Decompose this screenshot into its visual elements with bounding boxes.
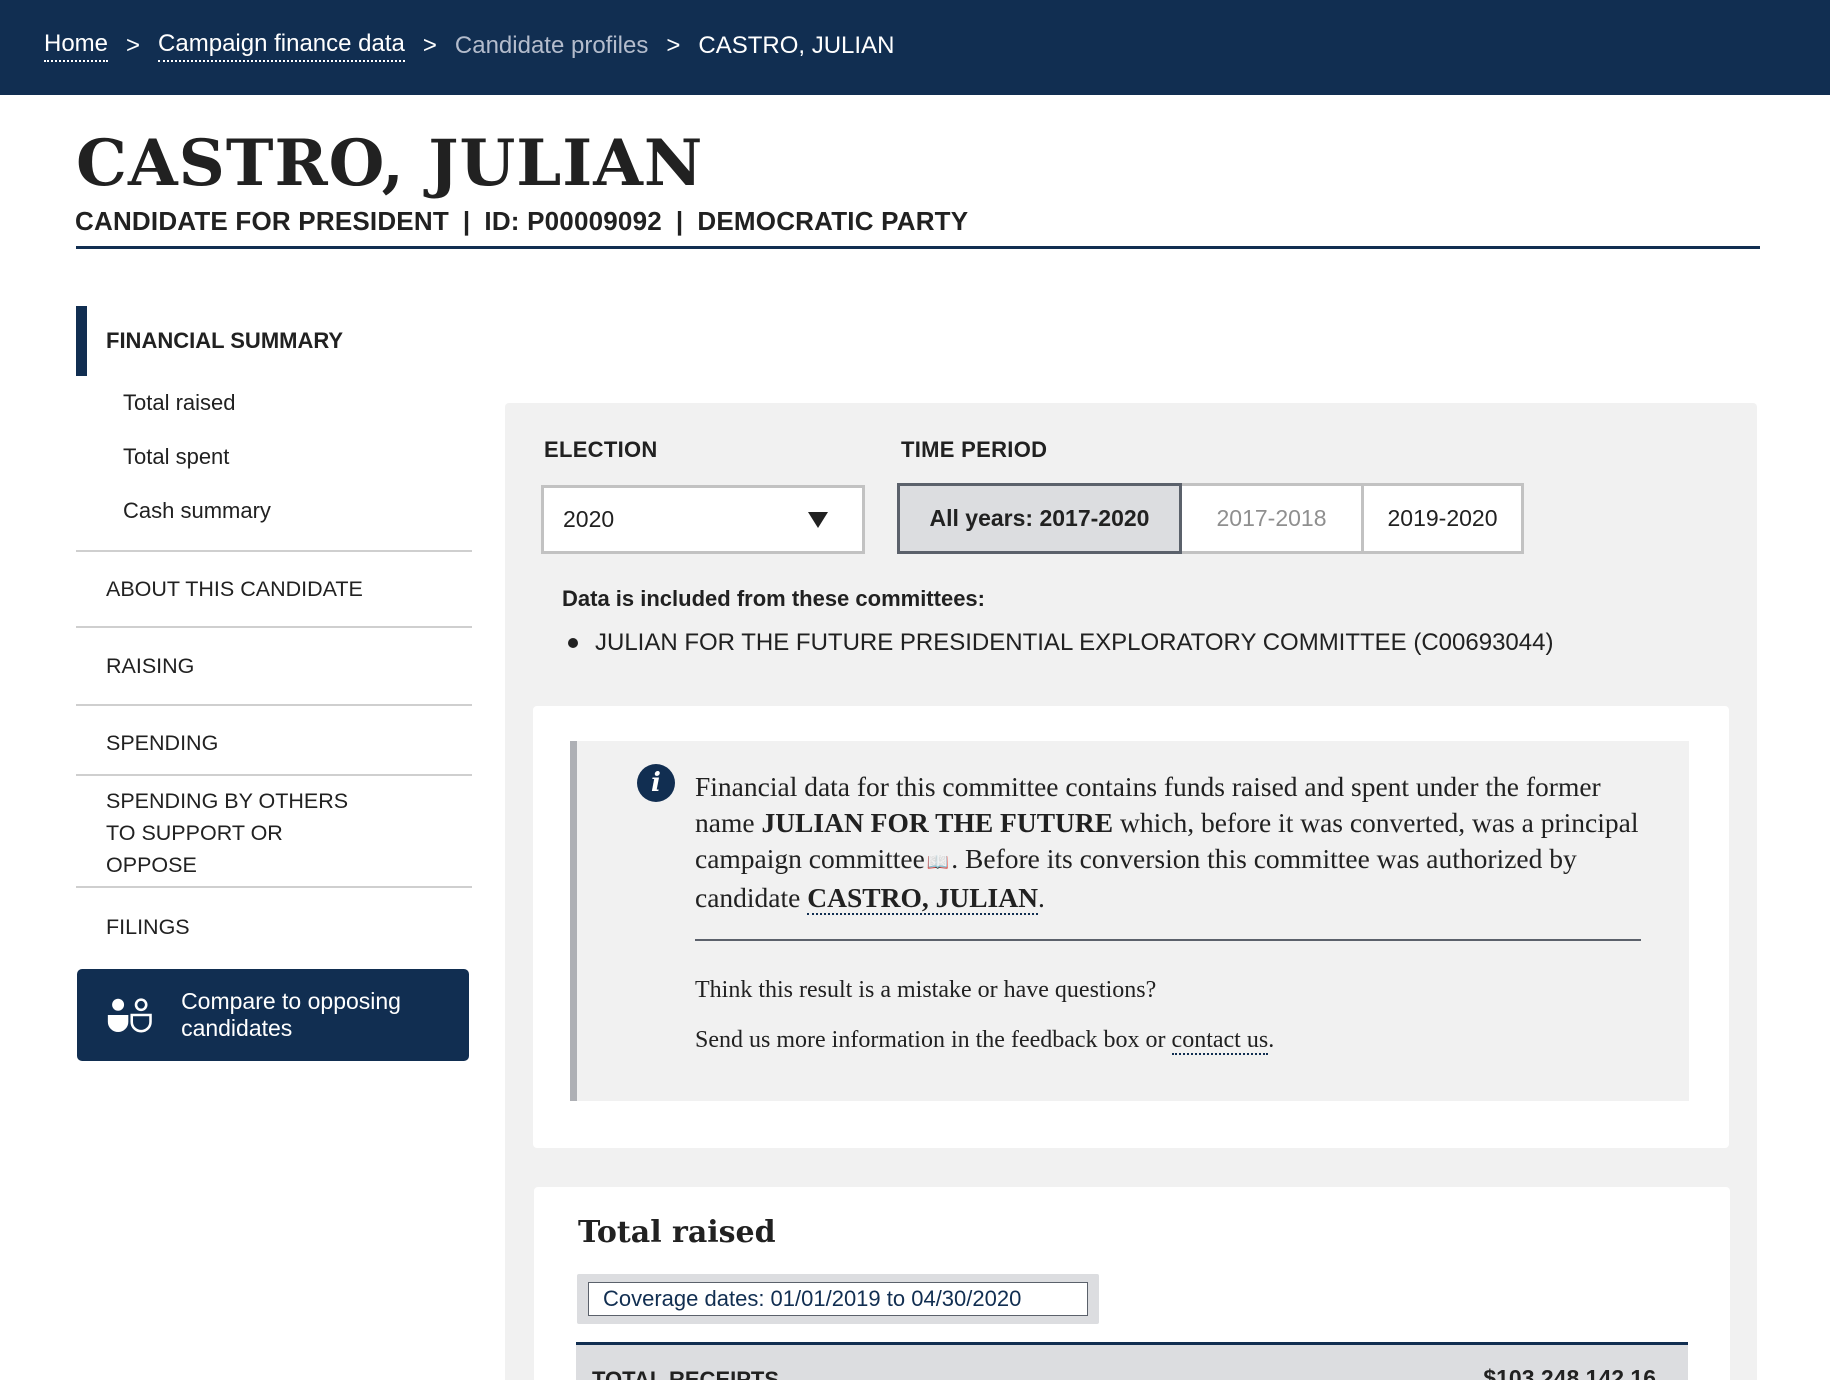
glossary-book-icon[interactable]: 📖 <box>927 844 949 880</box>
total-raised-card: Total raised Coverage dates: 01/01/2019 … <box>534 1187 1730 1380</box>
notice-former-name: JULIAN FOR THE FUTURE <box>761 807 1114 838</box>
notice-text-4: . <box>1037 881 1045 913</box>
sidebar-divider <box>76 774 472 776</box>
candidate-party: DEMOCRATIC PARTY <box>697 206 969 236</box>
breadcrumb-bar: Home > Campaign finance data > Candidate… <box>0 0 1830 95</box>
time-period-label: TIME PERIOD <box>901 437 1048 462</box>
committee-name: JULIAN FOR THE FUTURE PRESIDENTIAL EXPLO… <box>595 629 1554 656</box>
committee-list-item: JULIAN FOR THE FUTURE PRESIDENTIAL EXPLO… <box>568 629 1553 657</box>
breadcrumb-profiles: Candidate profiles <box>454 32 649 59</box>
sidebar-item-financial-summary[interactable]: FINANCIAL SUMMARY <box>76 306 472 376</box>
election-label: ELECTION <box>544 437 658 462</box>
caret-down-icon <box>808 512 828 528</box>
feedback-end: . <box>1268 1027 1275 1053</box>
breadcrumb-separator: > <box>666 32 681 59</box>
breadcrumb-separator: > <box>422 32 437 59</box>
coverage-dates-wrap: Coverage dates: 01/01/2019 to 04/30/2020 <box>577 1274 1099 1324</box>
feedback-question: Think this result is a mistake or have q… <box>695 977 1157 1003</box>
page-title: CASTRO, JULIAN <box>76 126 704 201</box>
sidebar-item-raising[interactable]: RAISING <box>76 626 472 704</box>
breadcrumb-campaign-link[interactable]: Campaign finance data <box>158 30 405 62</box>
contact-us-link[interactable]: contact us <box>1171 1027 1269 1055</box>
election-select-value: 2020 <box>563 506 615 532</box>
candidate-office: CANDIDATE FOR PRESIDENT <box>75 206 449 236</box>
notice-candidate-link[interactable]: CASTRO, JULIAN <box>807 881 1038 915</box>
bullet-icon <box>568 638 578 648</box>
info-icon: i <box>637 764 675 802</box>
breadcrumb-current: CASTRO, JULIAN <box>698 32 895 59</box>
breadcrumb-separator: > <box>126 32 141 59</box>
conversion-notice: i Financial data for this committee cont… <box>570 741 1689 1101</box>
total-receipts-value: $103,248,142.16 <box>1483 1365 1656 1380</box>
compare-candidates-button[interactable]: Compare to opposing candidates <box>77 969 469 1061</box>
committee-notice-card: i Financial data for this committee cont… <box>533 706 1729 1148</box>
sidebar-nav: FINANCIAL SUMMARY Total raised Total spe… <box>76 306 472 1061</box>
sidebar-item-spending[interactable]: SPENDING <box>76 704 472 779</box>
sidebar-item-about[interactable]: ABOUT THIS CANDIDATE <box>76 550 472 626</box>
compare-button-label: Compare to opposing candidates <box>181 988 401 1041</box>
total-receipts-label: TOTAL RECEIPTS <box>592 1367 780 1380</box>
feedback-text: Send us more information in the feedback… <box>695 1027 1172 1053</box>
sidebar-subitem-total-raised[interactable]: Total raised <box>76 376 472 430</box>
sidebar-item-filings[interactable]: FILINGS <box>76 886 472 966</box>
financial-summary-panel: ELECTION 2020 TIME PERIOD All years: 201… <box>505 403 1757 1380</box>
feedback-prompt: Send us more information in the feedback… <box>695 1027 1275 1055</box>
election-select[interactable]: 2020 <box>541 485 865 554</box>
period-all-years-button[interactable]: All years: 2017-2020 <box>897 483 1182 554</box>
people-icon <box>107 998 152 1033</box>
breadcrumb: Home > Campaign finance data > Candidate… <box>44 30 894 62</box>
header-divider <box>76 246 1760 249</box>
total-receipts-row: TOTAL RECEIPTS $103,248,142.16 <box>576 1342 1688 1380</box>
sidebar-item-spending-by-others[interactable]: SPENDING BY OTHERS TO SUPPORT OR OPPOSE <box>76 779 376 886</box>
candidate-subheading: CANDIDATE FOR PRESIDENT | ID: P00009092 … <box>75 206 968 237</box>
candidate-id: ID: P00009092 <box>484 206 662 236</box>
notice-message: Financial data for this committee contai… <box>695 769 1665 916</box>
committees-heading: Data is included from these committees: <box>562 586 985 611</box>
coverage-dates: Coverage dates: 01/01/2019 to 04/30/2020 <box>588 1282 1088 1316</box>
period-2019-2020-button[interactable]: 2019-2020 <box>1364 483 1524 554</box>
breadcrumb-home-link[interactable]: Home <box>44 30 109 62</box>
notice-divider <box>695 939 1641 941</box>
time-period-toggle: All years: 2017-2020 2017-2018 2019-2020 <box>897 483 1524 554</box>
sidebar-subitem-total-spent[interactable]: Total spent <box>76 430 472 484</box>
subheading-divider: | <box>675 206 684 236</box>
sidebar-subitem-cash-summary[interactable]: Cash summary <box>76 484 472 538</box>
total-raised-heading: Total raised <box>578 1215 776 1250</box>
subheading-divider: | <box>462 206 471 236</box>
period-2017-2018-button[interactable]: 2017-2018 <box>1182 483 1364 554</box>
